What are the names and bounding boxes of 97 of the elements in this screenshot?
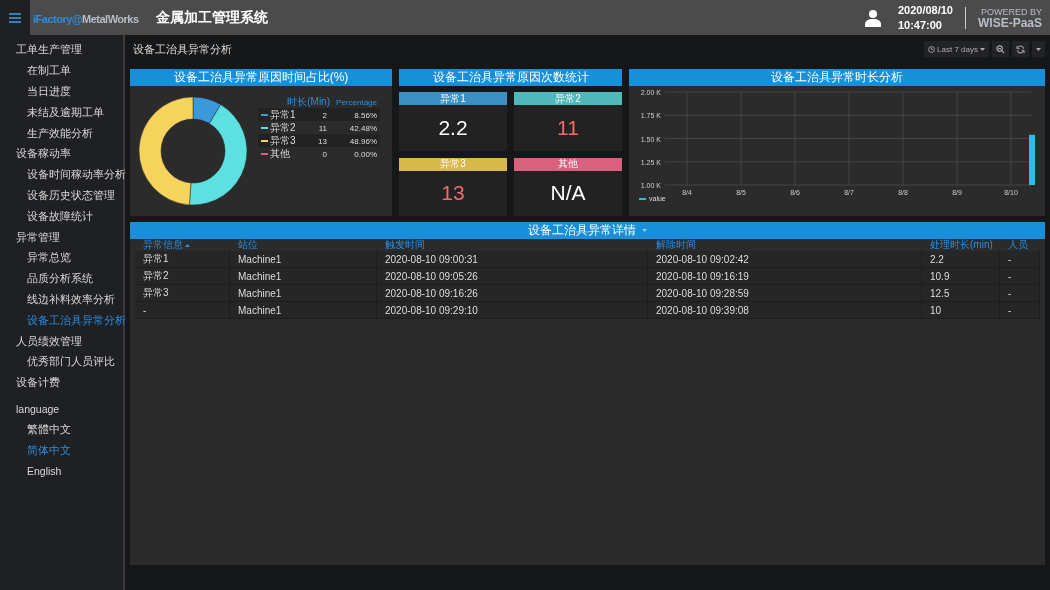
legend-label: 其他 [270, 147, 291, 161]
refresh-button[interactable] [1012, 41, 1029, 57]
sidebar-item[interactable]: 生产效能分析 [16, 123, 123, 144]
zoom-out-icon [996, 44, 1005, 54]
sidebar-item[interactable]: 设备故障统计 [16, 206, 123, 228]
table-cell: 2020-08-10 09:16:26 [377, 285, 648, 302]
table-cell: 10.9 [922, 268, 1000, 285]
table-cell: 10 [922, 302, 1000, 319]
panel-title: 设备工治具异常原因时间占比(%) [130, 69, 392, 86]
table-cell: 12.5 [922, 285, 1000, 302]
stat-value: 13 [440, 180, 466, 207]
legend-minutes: 13 [317, 136, 328, 146]
legend-percentage: 42.48% [348, 123, 378, 133]
caret-icon [980, 47, 985, 51]
platform-logo: WISE-PaaS [977, 17, 1042, 29]
sidebar-item[interactable]: 设备计费 [16, 372, 123, 394]
zoom-out-button[interactable] [992, 41, 1009, 57]
legend-label: 异常1 [270, 108, 297, 122]
column-header[interactable]: 触发时间 [377, 239, 648, 251]
table-cell: - [1000, 302, 1040, 319]
stat-value: 2.2 [437, 114, 469, 141]
stat-value: 11 [556, 114, 580, 141]
sidebar-item[interactable]: 异常总览 [16, 247, 123, 269]
legend-header: Percentage [335, 97, 378, 107]
legend-label: 异常2 [270, 121, 297, 135]
page-title: 设备工治具异常分析 [133, 41, 232, 57]
column-header[interactable]: 解除时间 [648, 239, 922, 251]
legend-percentage: 8.56% [353, 110, 378, 120]
sidebar-item[interactable]: 在制工单 [16, 60, 123, 82]
sidebar-item[interactable]: 异常管理 [16, 227, 123, 248]
sidebar-item[interactable]: 设备历史状态管理 [16, 185, 123, 207]
stat-label: 异常2 [514, 92, 622, 105]
table-cell: 2020-08-10 09:05:26 [377, 268, 648, 285]
refresh-icon [1016, 44, 1025, 54]
legend-minutes: 11 [317, 123, 328, 133]
table-cell: 异常1 [135, 251, 230, 268]
table-cell: 异常3 [135, 285, 230, 302]
powered-by-text: POWERED BY [981, 6, 1042, 18]
dropdown-button[interactable] [1032, 41, 1045, 57]
time-range-button[interactable]: Last 7 days [924, 41, 989, 57]
sidebar-item[interactable]: 设备稼动率 [16, 144, 123, 165]
bar [1029, 134, 1035, 185]
legend-header: 时长(Min) [286, 95, 330, 109]
stat-label: 其他 [514, 157, 622, 171]
legend-percentage: 0.00% [353, 149, 378, 159]
panel-title: 设备工治具异常原因次数统计 [399, 69, 622, 86]
legend-minutes: 0 [321, 149, 328, 159]
caret-icon [1036, 47, 1041, 51]
column-header[interactable]: 站位 [230, 239, 377, 251]
menu-icon[interactable] [9, 12, 21, 23]
table-cell: - [135, 302, 230, 319]
table-cell: 2.2 [922, 251, 1000, 268]
sidebar-item[interactable]: 人员绩效管理 [16, 331, 123, 352]
sidebar-item[interactable]: 设备时间稼动率分析 [16, 164, 123, 186]
table-cell: 2020-08-10 09:28:59 [648, 285, 922, 302]
stat-label: 异常1 [399, 92, 507, 105]
column-header[interactable]: 处理时长(min) [922, 239, 1000, 251]
sidebar-item[interactable]: 品质分析系统 [16, 268, 123, 290]
app-title: 金属加工管理系统 [155, 8, 268, 27]
column-header[interactable]: 人员 [1000, 239, 1040, 251]
table-cell: Machine1 [230, 251, 377, 268]
legend-minutes: 2 [321, 110, 328, 120]
panel-title: 设备工治具异常时长分析 [629, 69, 1045, 86]
table-cell: 2020-08-10 09:16:19 [648, 268, 922, 285]
date-text: 2020/08/10 [897, 2, 953, 18]
table-cell: - [1000, 268, 1040, 285]
sidebar-item[interactable]: English [16, 460, 123, 482]
user-icon[interactable] [863, 8, 882, 27]
table-cell: Machine1 [230, 285, 377, 302]
language-heading: language [16, 401, 61, 417]
time-text: 10:47:00 [897, 17, 943, 33]
table-cell: 2020-08-10 09:29:10 [377, 302, 648, 319]
sidebar-item[interactable]: 当日进度 [16, 81, 123, 103]
sidebar-item[interactable]: 优秀部门人员评比 [16, 351, 123, 373]
panel-title: 设备工治具异常详情 [130, 222, 1045, 239]
sidebar-item[interactable]: 设备工治具异常分析 [16, 310, 123, 332]
stat-label: 异常3 [399, 157, 507, 171]
brand-logo-suffix: MetalWorks [82, 12, 139, 25]
table-cell: - [1000, 251, 1040, 268]
table-cell: Machine1 [230, 268, 377, 285]
table-cell: 2020-08-10 09:00:31 [377, 251, 648, 268]
sidebar-item[interactable]: 未结及逾期工单 [16, 102, 123, 124]
sidebar-item[interactable]: 线边补料效率分析 [16, 289, 123, 311]
sidebar-item[interactable]: 简体中文 [16, 440, 123, 461]
brand-logo-prefix: iFactory@ [33, 12, 83, 25]
clock-icon [928, 45, 936, 53]
table-cell: Machine1 [230, 302, 377, 319]
table-cell: 2020-08-10 09:02:42 [648, 251, 922, 268]
table-cell: - [1000, 285, 1040, 302]
table-cell: 异常2 [135, 268, 230, 285]
column-header[interactable]: 异常信息 [135, 239, 230, 251]
table-cell: 2020-08-10 09:39:08 [648, 302, 922, 319]
legend-label: 异常3 [270, 134, 297, 148]
sidebar-item[interactable]: 工单生产管理 [16, 40, 123, 61]
sidebar-item[interactable]: 繁體中文 [16, 419, 123, 441]
stat-value: N/A [549, 180, 587, 207]
legend-percentage: 48.96% [348, 136, 378, 146]
